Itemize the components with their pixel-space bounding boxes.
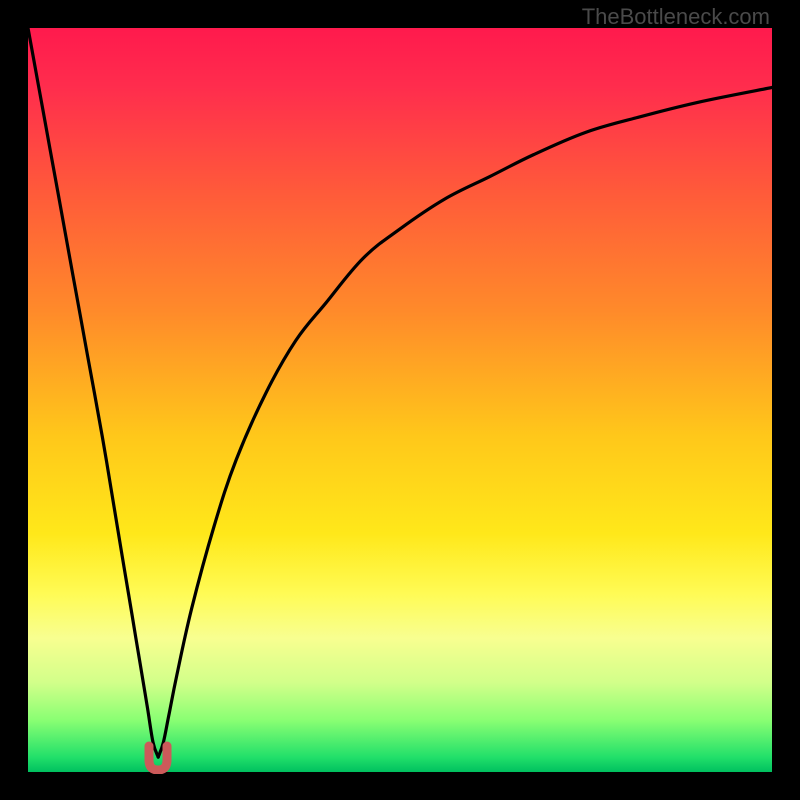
bottleneck-marker (141, 740, 175, 774)
watermark-text: TheBottleneck.com (582, 4, 770, 30)
bottleneck-curve (28, 28, 772, 772)
chart-plot-area (28, 28, 772, 772)
